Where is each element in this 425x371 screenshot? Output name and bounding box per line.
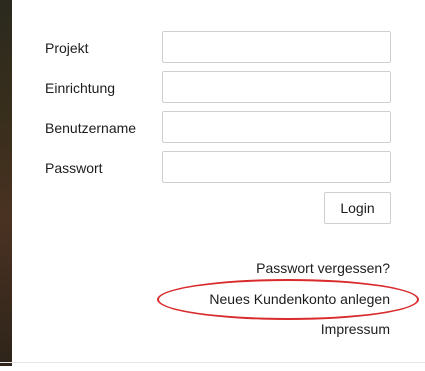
project-label: Projekt xyxy=(45,40,89,56)
username-input[interactable] xyxy=(162,111,391,143)
login-button[interactable]: Login xyxy=(324,192,391,224)
forgot-password-link[interactable]: Passwort vergessen? xyxy=(256,259,390,277)
password-label: Passwort xyxy=(45,160,103,176)
new-account-link[interactable]: Neues Kundenkonto anlegen xyxy=(209,290,390,308)
background-image-edge xyxy=(0,0,12,366)
bottom-divider xyxy=(0,362,425,363)
project-input[interactable] xyxy=(162,31,391,63)
institution-input[interactable] xyxy=(162,71,391,103)
institution-label: Einrichtung xyxy=(45,80,116,96)
password-input[interactable] xyxy=(162,151,391,183)
imprint-link[interactable]: Impressum xyxy=(321,320,390,338)
username-label: Benutzername xyxy=(45,120,137,136)
